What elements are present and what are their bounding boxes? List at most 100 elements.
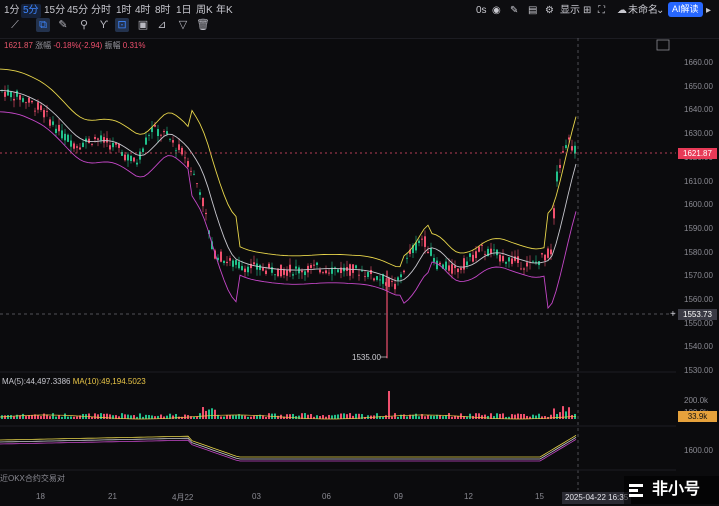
volume-bars [0,391,577,420]
volume-bar [61,416,63,419]
timeframe-year[interactable]: 年K [216,4,233,18]
volume-bar [148,415,150,419]
ai-interpret-button[interactable]: AI解读 [668,2,703,17]
candle-body [133,157,135,162]
candle-body [256,263,258,270]
candle-body [334,267,336,270]
volume-ma-label: MA(5):44,497.3386 MA(10):49,194.5023 [2,377,146,386]
candle-body [526,262,528,267]
timeframe-1m[interactable]: 1分 [4,4,20,18]
copy-icon[interactable]: ⧉ [36,18,50,32]
volume-bar [430,415,432,419]
candle-body [463,258,465,270]
volume-bar [361,414,363,419]
volume-bar [277,415,279,419]
candle-body [574,145,576,154]
measure-icon[interactable]: ⊿ [155,18,169,32]
volume-bar [574,413,576,419]
volume-bar [40,416,42,419]
candle-body [28,97,30,103]
volume-bar [250,416,252,419]
volume-bar [433,415,435,419]
ma5-label: MA(5):44,497.3386 [2,377,71,386]
middle-band [0,89,577,282]
layout-name[interactable]: 未命名 [628,4,658,18]
more-icon[interactable]: ▸ [706,4,711,18]
display-button[interactable]: 显示 [560,4,580,18]
timeframe-4h[interactable]: 4时 [135,4,151,18]
candle-body [301,270,303,273]
plus-icon[interactable]: + [670,309,676,320]
timeframe-8h[interactable]: 8时 [155,4,171,18]
volume-bar [211,408,213,419]
candle-body [97,138,99,140]
volume-bar [541,416,543,419]
candle-body [235,260,237,265]
cloud-icon[interactable]: ☁ [617,4,627,18]
volume-bar [343,413,345,419]
volume-bar [13,416,15,419]
candle-body [499,254,501,262]
timeframe-45m[interactable]: 45分 [67,4,88,18]
volume-bar [94,413,96,419]
volume-bar [358,413,360,419]
chevron-down-icon[interactable]: ⌄ [656,4,664,18]
candle-body [154,124,156,127]
timeframe-1h[interactable]: 1时 [116,4,132,18]
volume-bar [355,413,357,419]
lock-icon[interactable]: ⊡ [115,18,129,32]
volume-bar [337,414,339,419]
volume-bar [169,413,171,419]
grid-icon[interactable]: ⊞ [583,4,591,18]
candle-body [298,267,300,274]
volume-bar [184,414,186,419]
timer-label: 0s [476,5,487,16]
candle-body [397,277,399,281]
timeframe-1d[interactable]: 1日 [176,4,192,18]
candle-body [343,267,345,272]
volume-bar [16,414,18,419]
timeframe-5m[interactable]: 5分 [21,4,41,18]
draw-line-icon[interactable]: ⟋ [8,18,22,32]
candlestick-chart[interactable] [0,0,719,506]
timeframe-15m[interactable]: 15分 [44,4,65,18]
volume-bar [331,415,333,419]
volume-bar [478,413,480,419]
volume-bar [385,415,387,419]
candle-body [472,254,474,262]
volume-bar [481,415,483,419]
candle-body [151,127,153,133]
candle-body [370,269,372,275]
timeframe-week[interactable]: 周K [196,4,213,18]
candle-body [466,261,468,266]
pencil-icon[interactable]: ✎ [56,18,70,32]
candle-body [142,148,144,153]
save-icon[interactable]: ▤ [528,4,537,18]
settings-icon[interactable]: ⚙ [545,4,554,18]
volume-bar [157,415,159,419]
price-axis-label: 1540.00 [684,342,713,352]
volume-bar [160,414,162,419]
timeframe-intraday[interactable]: 分时 [91,4,111,18]
image-icon[interactable]: ▣ [136,18,150,32]
trash-icon[interactable]: 🗑 [196,18,210,32]
edit-icon[interactable]: ✎ [510,4,518,18]
volume-bar [121,413,123,419]
camera-icon[interactable]: ◉ [492,4,501,18]
candle-body [91,144,93,146]
lower-band [0,111,577,310]
candle-body [469,253,471,257]
volume-bar [529,416,531,419]
candle-body [481,245,483,246]
candle-body [241,266,243,271]
fullscreen-icon[interactable]: ⛶ [598,4,605,18]
volume-bar [553,408,555,419]
volume-bar [532,414,534,419]
volume-bar [223,416,225,419]
link-icon[interactable]: ⚲ [77,18,91,32]
candle-body [487,248,489,257]
candle-body [268,263,270,268]
volume-bar [364,416,366,419]
chart-pattern-icon[interactable]: ϒ [97,18,111,32]
filter-icon[interactable]: ▽ [176,18,190,32]
